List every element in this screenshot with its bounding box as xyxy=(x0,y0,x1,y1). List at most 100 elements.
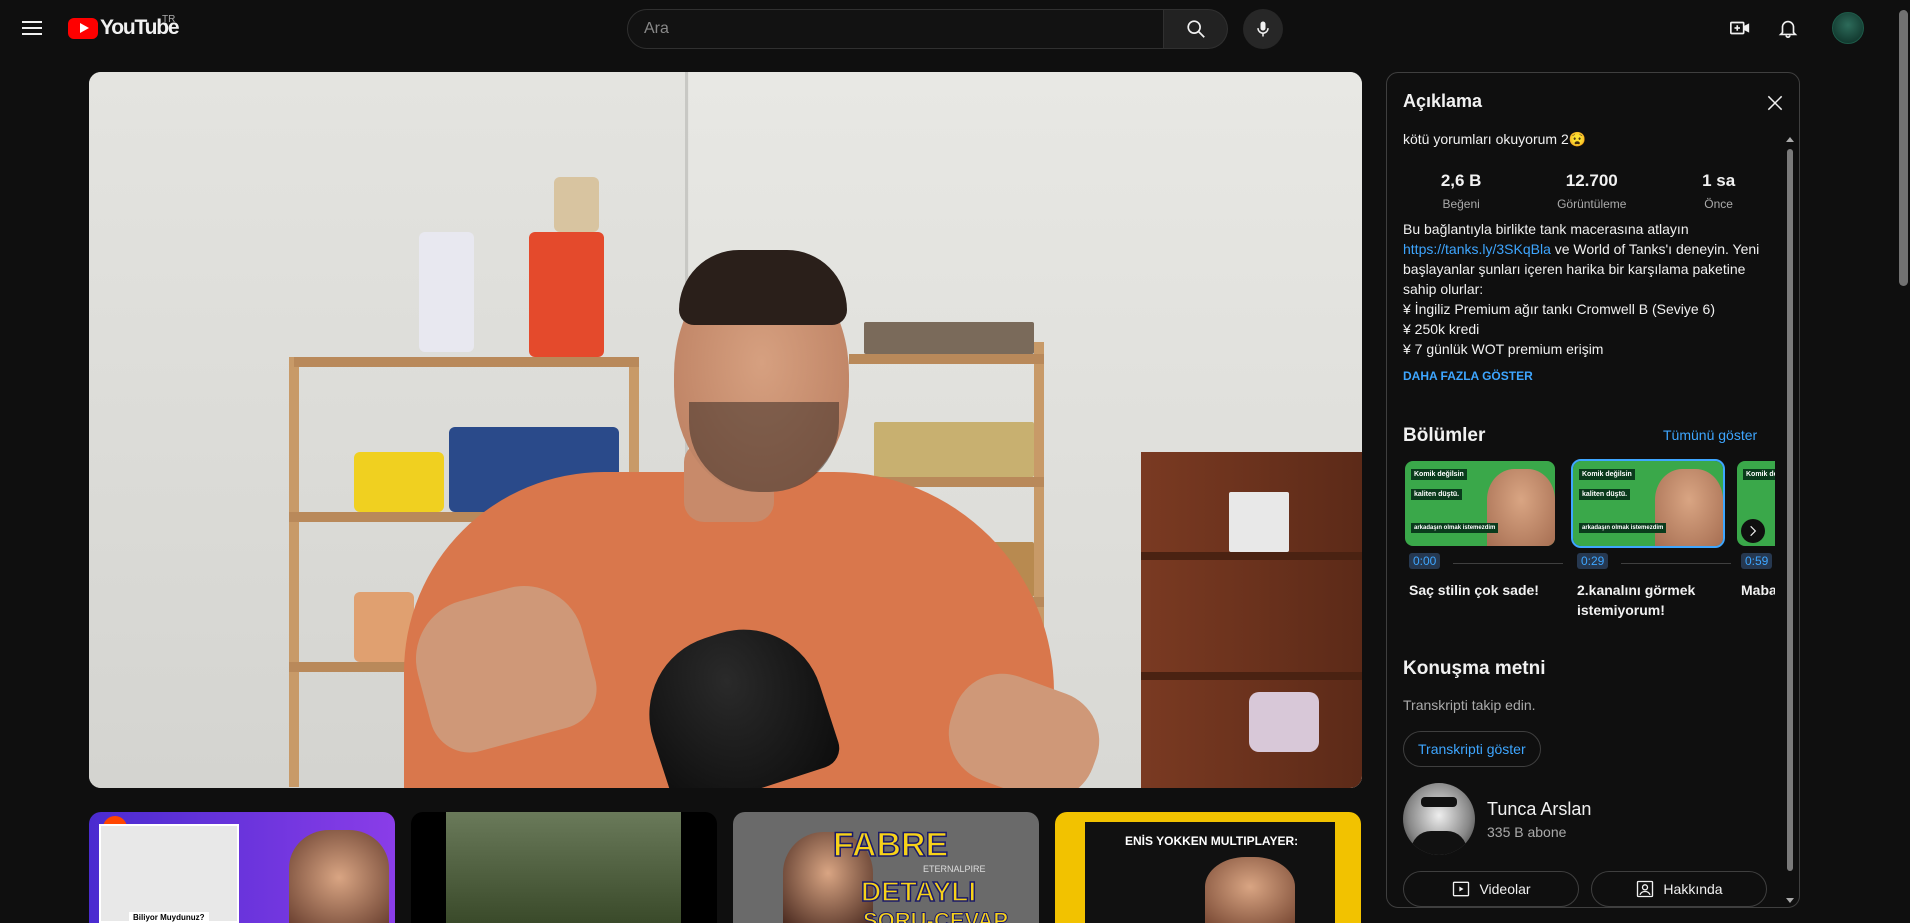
country-code: TR xyxy=(162,14,176,25)
chapter-item[interactable]: Komik değilsin kaliten düştü. arkadaşın … xyxy=(1571,459,1731,620)
transcript-subtitle: Transkripti takip edin. xyxy=(1403,697,1536,713)
stat-views: 12.700 Görüntüleme xyxy=(1557,171,1626,211)
chapter-thumb-text: Komik değilsin xyxy=(1579,469,1635,480)
show-more-button[interactable]: DAHA FAZLA GÖSTER xyxy=(1403,369,1533,383)
chapter-time: 0:29 xyxy=(1577,553,1609,569)
description-bullet: ¥ 7 günlük WOT premium erişim xyxy=(1403,341,1604,357)
chapter-item[interactable]: Komik değilsin kaliten düştü. arkadaşın … xyxy=(1403,461,1563,600)
menu-icon[interactable] xyxy=(20,16,44,40)
channel-name[interactable]: Tunca Arslan xyxy=(1487,799,1591,820)
stat-likes: 2,6 B Beğeni xyxy=(1441,171,1482,211)
video-title: kötü yorumları okuyorum 2😧 xyxy=(1403,131,1587,147)
chapter-time: 0:59 xyxy=(1741,553,1773,569)
panel-scrollbar-thumb[interactable] xyxy=(1787,149,1793,871)
person-icon xyxy=(1637,880,1654,898)
video-stats: 2,6 B Beğeni 12.700 Görüntüleme 1 sa Önc… xyxy=(1403,171,1773,211)
scroll-up-icon[interactable] xyxy=(1786,137,1794,142)
recommendation-card[interactable]: ENİS YOKKEN MULTIPLAYER: xyxy=(1055,812,1361,923)
chapter-time: 0:00 xyxy=(1409,553,1441,569)
thumbnail-text: SORU-CEVAP xyxy=(862,908,1009,923)
thumbnail-person xyxy=(1205,857,1295,923)
sunglasses-shape xyxy=(1421,797,1457,807)
video-player[interactable] xyxy=(89,72,1362,788)
bell-icon xyxy=(1778,20,1798,38)
recommendations-row: Biliyor Muydunuz? FABRE ETERNALPIRE DETA… xyxy=(89,812,1362,923)
channel-avatar[interactable] xyxy=(1403,783,1475,855)
chapter-divider xyxy=(1621,563,1731,564)
youtube-play-icon xyxy=(68,17,98,39)
description-bullet: ¥ İngiliz Premium ağır tankı Cromwell B … xyxy=(1403,301,1715,317)
stat-label: Görüntüleme xyxy=(1557,197,1627,211)
create-video-icon xyxy=(1730,21,1750,35)
search-input[interactable] xyxy=(644,20,1163,38)
description-panel: Açıklama kötü yorumları okuyorum 2😧 2,6 … xyxy=(1386,72,1800,908)
chapter-thumbnail-face xyxy=(1655,469,1723,546)
stat-label: Beğeni xyxy=(1442,197,1480,211)
toy-box xyxy=(529,232,604,357)
thumbnail-person xyxy=(289,830,389,923)
thumbnail-photo xyxy=(99,824,239,923)
scroll-down-icon[interactable] xyxy=(1786,898,1794,903)
thumbnail-text: DETAYLI xyxy=(860,875,977,908)
create-button[interactable] xyxy=(1724,12,1756,44)
chapter-divider xyxy=(1453,563,1563,564)
book-row xyxy=(874,422,1034,477)
youtube-logo[interactable]: YouTube TR xyxy=(68,14,180,39)
person-hair xyxy=(679,250,847,325)
thumbnail-text: Biliyor Muydunuz? xyxy=(129,912,209,923)
recommendation-card[interactable]: Biliyor Muydunuz? xyxy=(89,812,395,923)
page-scrollbar-thumb[interactable] xyxy=(1899,10,1908,286)
toy-figure xyxy=(554,177,599,232)
recommendation-card[interactable]: FABRE ETERNALPIRE DETAYLI SORU-CEVAP xyxy=(733,812,1039,923)
chapter-thumbnail-face xyxy=(1487,469,1555,546)
chapter-title: Mabad uydurı xyxy=(1741,582,1775,598)
stat-value: 1 sa xyxy=(1702,171,1736,190)
stat-value: 12.700 xyxy=(1565,171,1618,190)
about-button-label: Hakkında xyxy=(1663,881,1723,897)
cabinet-shelf xyxy=(1141,552,1362,560)
shelf-post xyxy=(289,357,299,787)
voice-search-button[interactable] xyxy=(1243,9,1283,49)
search-box[interactable] xyxy=(627,9,1164,49)
shelf-board xyxy=(294,357,639,367)
description-text: Bu bağlantıyla birlikte tank macerasına … xyxy=(1403,219,1778,359)
toy-figure xyxy=(354,452,444,512)
cabinet-items xyxy=(1229,492,1289,552)
play-video-icon xyxy=(1453,881,1470,897)
thumbnail-text: ENİS YOKKEN MULTIPLAYER: xyxy=(1125,834,1299,848)
chapter-thumb-text: arkadaşın olmak istemezdim xyxy=(1579,523,1667,533)
account-avatar[interactable] xyxy=(1832,12,1864,44)
chapter-thumb-text: Komik değilsin xyxy=(1743,469,1775,480)
chapter-thumb-text: kaliten düştü. xyxy=(1411,489,1463,500)
stat-label: Önce xyxy=(1704,197,1733,211)
shelf-board xyxy=(849,354,1044,364)
panel-scrollbar[interactable] xyxy=(1785,135,1795,905)
notifications-button[interactable] xyxy=(1772,12,1804,44)
description-bullet: ¥ 250k kredi xyxy=(1403,321,1480,337)
description-line: Bu bağlantıyla birlikte tank macerasına … xyxy=(1403,221,1689,237)
videos-button[interactable]: Videolar xyxy=(1403,871,1579,907)
stat-time: 1 sa Önce xyxy=(1702,171,1735,211)
transcript-title: Konuşma metni xyxy=(1403,658,1546,679)
show-transcript-button[interactable]: Transkripti göster xyxy=(1403,731,1541,767)
shoulders-shape xyxy=(1411,831,1467,855)
mic-icon xyxy=(1257,21,1269,37)
chapter-title: Saç stilin çok sade! xyxy=(1409,582,1539,598)
stat-value: 2,6 B xyxy=(1440,171,1482,190)
about-button[interactable]: Hakkında xyxy=(1591,871,1767,907)
recommendation-card[interactable] xyxy=(411,812,717,923)
description-link[interactable]: https://tanks.ly/3SKqBla xyxy=(1403,241,1551,257)
thumbnail-text: ETERNALPIRE xyxy=(923,864,986,874)
chapters-next-button[interactable] xyxy=(1741,519,1765,543)
chapter-thumbnail: Komik değilsin kaliten düştü. arkadaşın … xyxy=(1571,459,1725,548)
close-icon xyxy=(1767,95,1783,111)
close-panel-button[interactable] xyxy=(1761,89,1789,117)
chevron-right-icon xyxy=(1750,525,1757,537)
cabinet-shelf xyxy=(1141,672,1362,680)
panel-title: Açıklama xyxy=(1403,91,1483,111)
search-button[interactable] xyxy=(1164,9,1228,49)
toy-figure xyxy=(419,232,474,352)
page-scrollbar[interactable] xyxy=(1897,0,1910,923)
chapter-title: 2.kanalını görmek istemiyorum! xyxy=(1577,582,1696,618)
show-all-chapters-link[interactable]: Tümünü göster xyxy=(1663,427,1757,443)
